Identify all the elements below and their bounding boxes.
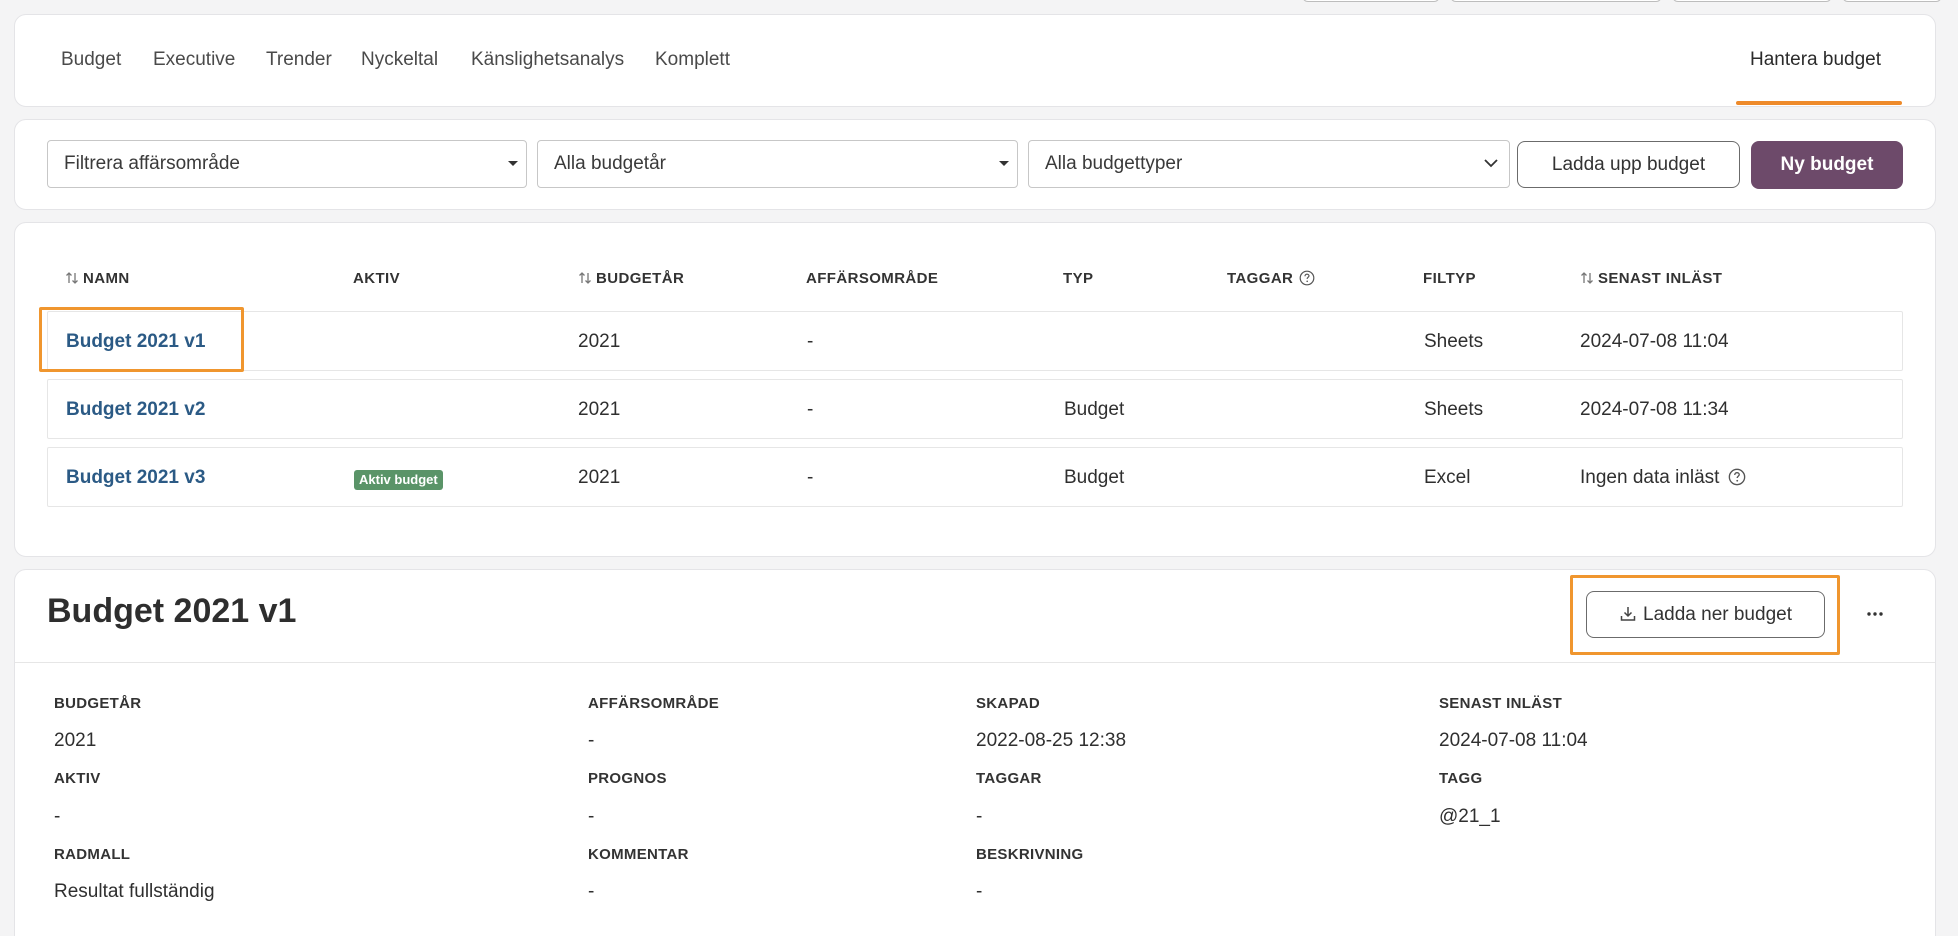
cell-year: 2021 <box>578 399 621 420</box>
upload-budget-button[interactable]: Ladda upp budget <box>1517 141 1740 188</box>
business-area-select-value: Filtrera affärsområde <box>64 153 240 174</box>
field-label-description: BESKRIVNING <box>976 846 1084 863</box>
field-value-comment: - <box>588 881 595 902</box>
column-header-name-label: NAMN <box>83 270 130 287</box>
download-icon <box>1620 607 1636 621</box>
field-value-description: - <box>976 881 983 902</box>
field-value-forecast: - <box>588 806 595 827</box>
column-header-tags-label: TAGGAR <box>1227 270 1294 287</box>
cell-last-loaded: Ingen data inläst <box>1580 467 1746 489</box>
budget-name-link[interactable]: Budget 2021 v1 <box>66 331 205 353</box>
top-toolbar-remnants <box>0 0 1958 2</box>
tab-kanslighetsanalys[interactable]: Känslighetsanalys <box>471 49 624 71</box>
budget-detail-panel: Budget 2021 v1 Ladda ner budget BUDGETÅR… <box>14 569 1936 936</box>
filter-bar: Filtrera affärsområde Alla budgetår Alla… <box>14 119 1936 210</box>
cell-last-loaded: 2024-07-08 11:04 <box>1580 331 1729 352</box>
column-header-business-area: AFFÄRSOMRÅDE <box>806 270 939 287</box>
field-label-business-area: AFFÄRSOMRÅDE <box>588 695 720 712</box>
column-header-active: AKTIV <box>353 270 400 287</box>
sort-icon <box>1581 272 1593 284</box>
column-header-name[interactable]: NAMN <box>65 270 130 287</box>
budget-year-select-value: Alla budgetår <box>554 153 666 174</box>
cell-business-area: - <box>807 399 814 420</box>
help-icon[interactable] <box>1728 468 1746 486</box>
cell-last-loaded-text: Ingen data inläst <box>1580 467 1720 488</box>
field-label-forecast: PROGNOS <box>588 770 667 787</box>
tab-komplett[interactable]: Komplett <box>655 49 730 71</box>
field-label-created: SKAPAD <box>976 695 1041 712</box>
divider <box>15 662 1935 663</box>
active-budget-badge: Aktiv budget <box>354 470 443 490</box>
column-header-filetype: FILTYP <box>1423 270 1476 287</box>
cell-business-area: - <box>807 467 814 488</box>
tab-nyckeltal[interactable]: Nyckeltal <box>361 49 438 71</box>
tab-budget[interactable]: Budget <box>61 49 121 71</box>
caret-down-icon <box>508 161 518 166</box>
cell-year: 2021 <box>578 467 621 488</box>
tab-hantera-budget[interactable]: Hantera budget <box>1750 49 1881 71</box>
budget-year-select[interactable]: Alla budgetår <box>537 140 1018 188</box>
cell-year: 2021 <box>578 331 621 352</box>
column-header-type: TYP <box>1063 270 1094 287</box>
new-budget-button[interactable]: Ny budget <box>1751 141 1903 189</box>
download-budget-button[interactable]: Ladda ner budget <box>1586 591 1825 638</box>
cell-filetype: Excel <box>1424 467 1471 488</box>
column-header-last-loaded-label: SENAST INLÄST <box>1598 270 1723 287</box>
column-header-tags: TAGGAR <box>1227 270 1315 287</box>
column-header-last-loaded[interactable]: SENAST INLÄST <box>1580 270 1722 287</box>
cell-type: Budget <box>1064 467 1125 488</box>
toolbar-button-cutoff[interactable] <box>1672 0 1832 2</box>
table-row[interactable]: Budget 2021 v3 Aktiv budget 2021 - Budge… <box>47 447 1903 507</box>
toolbar-button-cutoff[interactable] <box>1302 0 1440 2</box>
caret-down-icon <box>999 161 1009 166</box>
chevron-down-icon <box>1484 159 1498 168</box>
more-options-icon[interactable] <box>1861 604 1889 624</box>
field-label-budget-year: BUDGETÅR <box>54 695 142 712</box>
detail-title: Budget 2021 v1 <box>47 592 297 630</box>
field-label-tags: TAGGAR <box>976 770 1042 787</box>
budget-name-link[interactable]: Budget 2021 v3 <box>66 467 205 489</box>
business-area-select[interactable]: Filtrera affärsområde <box>47 140 527 188</box>
field-value-last-loaded: 2024-07-08 11:04 <box>1439 730 1588 751</box>
toolbar-button-cutoff[interactable] <box>1450 0 1662 2</box>
cell-last-loaded: 2024-07-08 11:34 <box>1580 399 1729 420</box>
toolbar-button-cutoff[interactable] <box>1842 0 1942 2</box>
field-value-business-area: - <box>588 730 595 751</box>
tab-executive[interactable]: Executive <box>153 49 235 71</box>
field-value-budget-year: 2021 <box>54 730 97 751</box>
tab-trender[interactable]: Trender <box>266 49 332 71</box>
budget-type-select[interactable]: Alla budgettyper <box>1028 140 1510 188</box>
cell-filetype: Sheets <box>1424 399 1484 420</box>
budget-type-select-value: Alla budgettyper <box>1045 153 1183 174</box>
cell-type: Budget <box>1064 399 1125 420</box>
sort-icon <box>66 272 78 284</box>
help-icon[interactable] <box>1299 270 1315 286</box>
download-budget-label: Ladda ner budget <box>1643 604 1792 625</box>
field-label-row-template: RADMALL <box>54 846 131 863</box>
active-tab-indicator <box>1736 101 1902 105</box>
column-header-year-label: BUDGETÅR <box>596 270 685 287</box>
field-value-row-template: Resultat fullständig <box>54 881 215 902</box>
budget-name-link[interactable]: Budget 2021 v2 <box>66 399 205 421</box>
budget-table: NAMN AKTIV BUDGETÅR AFFÄRSOMRÅDE TYP TAG… <box>14 222 1936 557</box>
table-row[interactable]: Budget 2021 v2 2021 - Budget Sheets 2024… <box>47 379 1903 439</box>
field-value-tags: - <box>976 806 983 827</box>
field-label-active: AKTIV <box>54 770 101 787</box>
tab-bar: Budget Executive Trender Nyckeltal Känsl… <box>14 14 1936 107</box>
field-label-tag: TAGG <box>1439 770 1483 787</box>
sort-icon <box>579 272 591 284</box>
table-row[interactable]: Budget 2021 v1 2021 - Sheets 2024-07-08 … <box>47 311 1903 371</box>
field-value-created: 2022-08-25 12:38 <box>976 730 1127 751</box>
column-header-year[interactable]: BUDGETÅR <box>578 270 684 287</box>
cell-business-area: - <box>807 331 814 352</box>
field-label-last-loaded: SENAST INLÄST <box>1439 695 1563 712</box>
field-label-comment: KOMMENTAR <box>588 846 689 863</box>
field-value-active: - <box>54 806 61 827</box>
cell-filetype: Sheets <box>1424 331 1484 352</box>
field-value-tag: @21_1 <box>1439 806 1501 827</box>
